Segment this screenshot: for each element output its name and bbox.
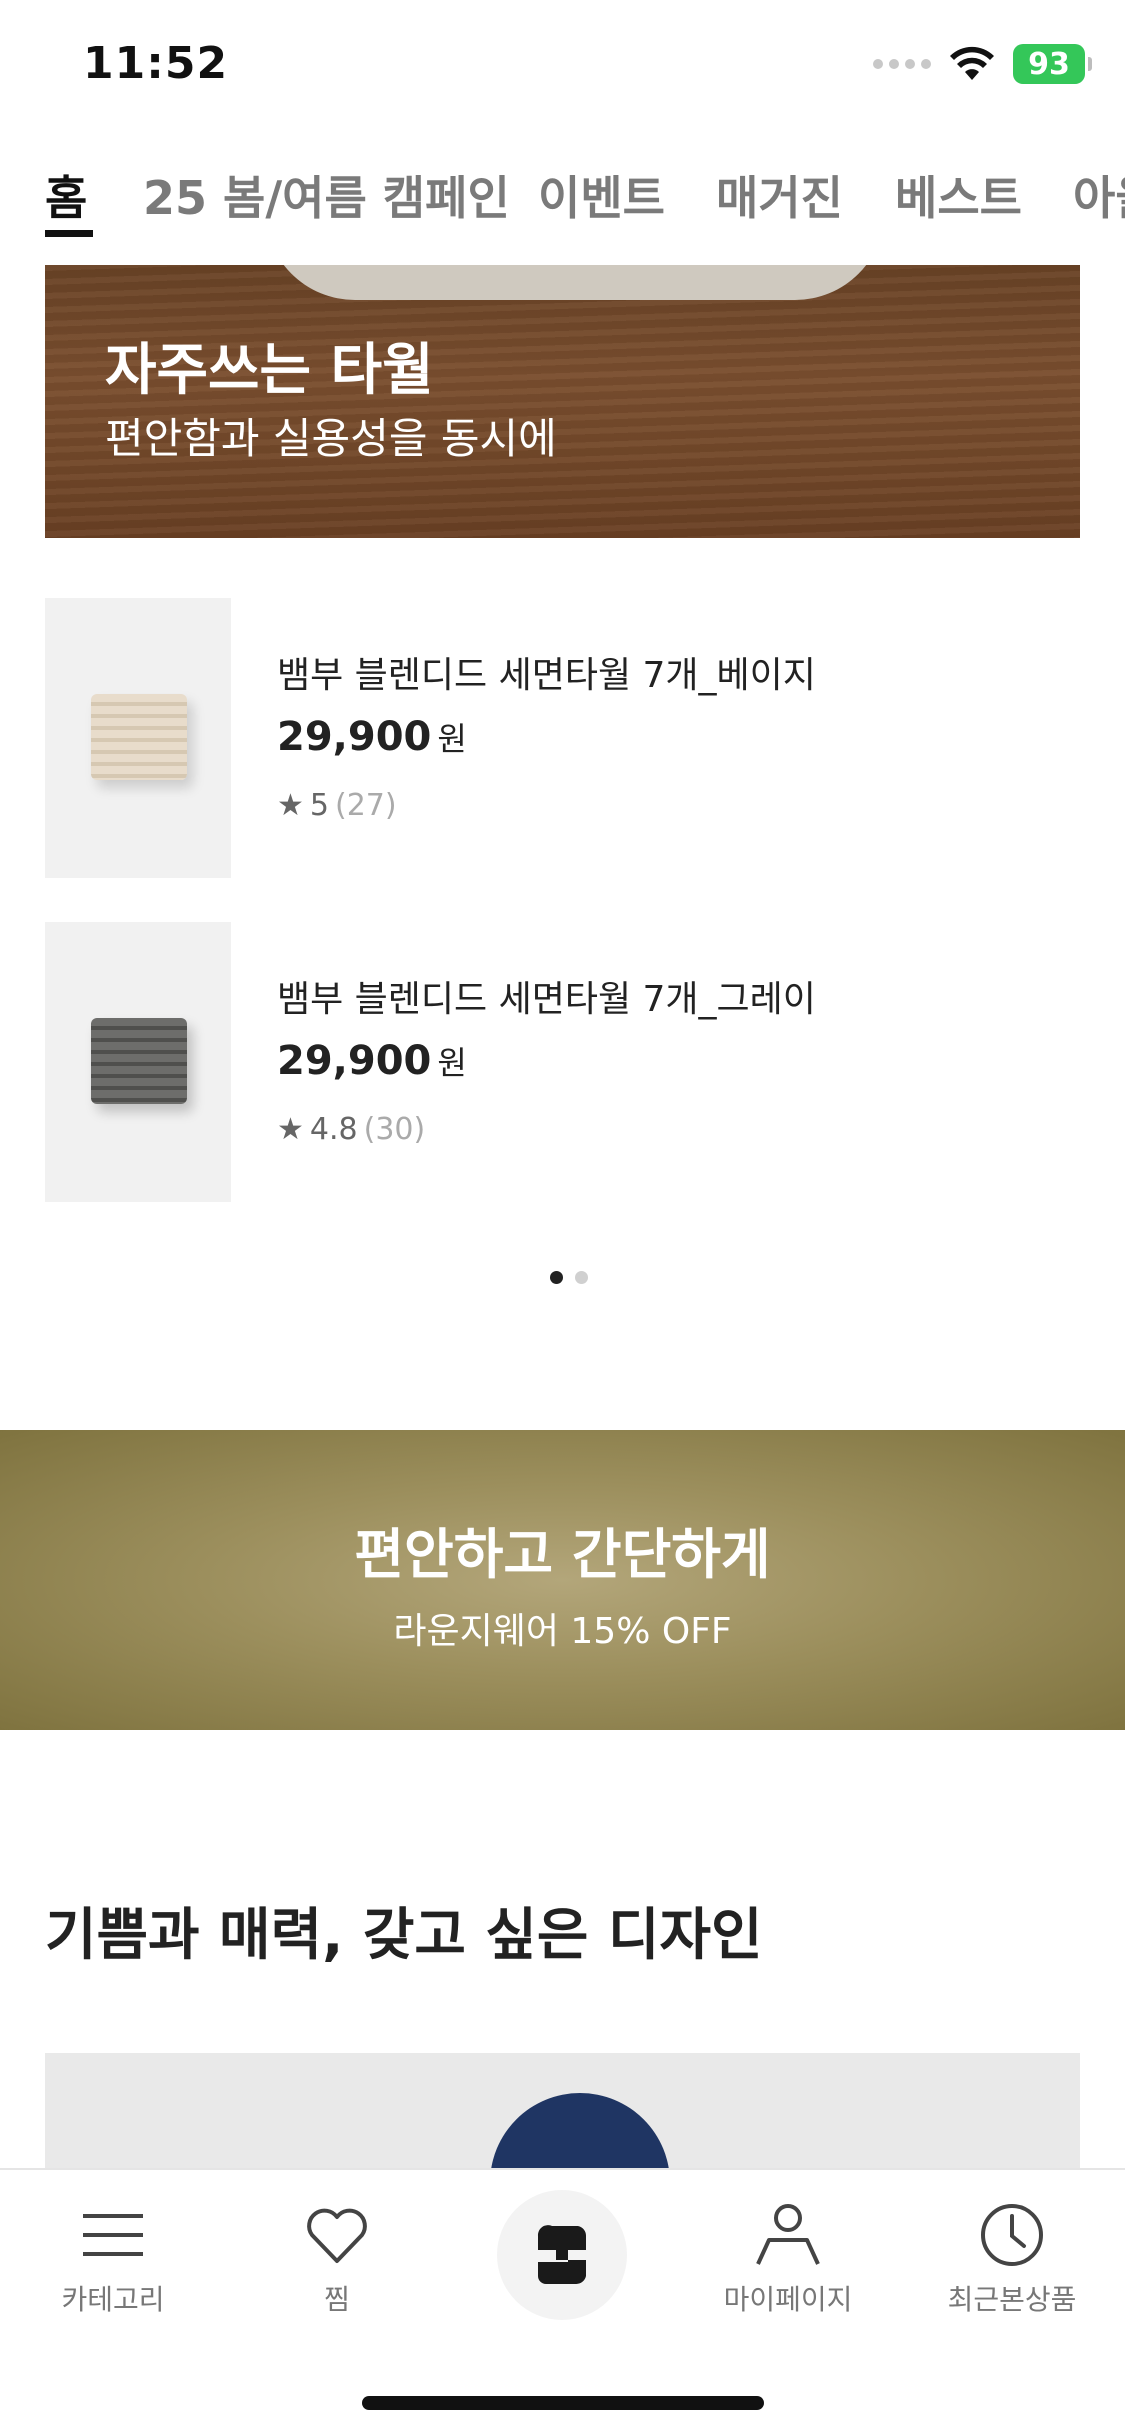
nav-label: 카테고리 [61,2283,165,2316]
product-card[interactable]: 뱀부 블렌디드 세면타월 7개_그레이 29,900 원 ★ 4.8 (30) [45,922,1080,1202]
nav-label: 찜 [324,2283,350,2316]
tab-home[interactable]: 홈 [45,162,87,228]
towel-image [265,265,885,300]
nav-wishlist[interactable]: 찜 [237,2200,437,2318]
review-count: (27) [335,788,397,823]
product-rating: ★ 4.8 (30) [277,1112,425,1147]
pager-dot-active[interactable] [550,1271,563,1284]
promo-title: 편안하고 간단하게 [354,1523,771,1586]
person-icon [688,2200,888,2270]
heart-icon [237,2200,437,2270]
nav-category[interactable]: 카테고리 [13,2200,213,2318]
product-thumbnail[interactable] [45,922,231,1202]
cellular-signal-icon [873,59,931,69]
menu-icon [13,2200,213,2270]
carousel-pager [550,1271,588,1284]
promo-banner[interactable]: 편안하고 간단하게 라운지웨어 15% OFF [0,1430,1125,1730]
product-price: 29,900 원 [277,714,467,760]
price-value: 29,900 [277,1038,432,1084]
hero-subtitle: 편안함과 실용성을 동시에 [105,414,557,463]
tab-outlet[interactable]: 아울 [1073,162,1125,228]
price-currency: 원 [437,1044,467,1082]
promo-subtitle: 라운지웨어 15% OFF [393,1611,732,1652]
battery-level: 93 [1028,46,1070,82]
product-image [91,694,187,780]
product-price: 29,900 원 [277,1038,467,1084]
section-title: 기쁨과 매력, 갖고 싶은 디자인 [45,1903,763,1968]
hero-banner[interactable]: 자주쓰는 타월 편안함과 실용성을 동시에 [45,265,1080,538]
star-icon: ★ [277,788,304,823]
status-time: 11:52 [83,38,229,89]
tab-campaign[interactable]: 25 봄/여름 캠페인 [143,162,510,228]
price-value: 29,900 [277,714,432,760]
hero-title: 자주쓰는 타월 [105,338,434,403]
product-thumbnail[interactable] [45,598,231,878]
active-tab-indicator [45,230,93,237]
product-image-preview[interactable] [45,2053,1080,2173]
product-name[interactable]: 뱀부 블렌디드 세면타월 7개_그레이 [277,970,816,1022]
clock-icon [912,2200,1112,2270]
product-image [91,1018,187,1104]
tab-event[interactable]: 이벤트 [538,162,665,228]
nav-mypage[interactable]: 마이페이지 [688,2200,888,2318]
rating-value: 5 [309,788,329,823]
product-card[interactable]: 뱀부 블렌디드 세면타월 7개_베이지 29,900 원 ★ 5 (27) [45,598,1080,878]
wifi-icon [950,46,994,80]
nav-recent[interactable]: 최근본상품 [912,2200,1112,2318]
nav-label: 마이페이지 [723,2283,853,2316]
product-rating: ★ 5 (27) [277,788,397,823]
brand-home-button[interactable] [497,2190,627,2320]
product-name[interactable]: 뱀부 블렌디드 세면타월 7개_베이지 [277,646,816,698]
home-indicator[interactable] [362,2396,764,2410]
battery-icon: 93 [1013,44,1092,84]
hat-image [490,2093,670,2173]
price-currency: 원 [437,720,467,758]
status-icons: 93 [873,44,1092,84]
nav-label: 최근본상품 [947,2283,1077,2316]
review-count: (30) [363,1112,426,1147]
top-tab-bar: 홈 25 봄/여름 캠페인 이벤트 매거진 베스트 아울 [0,150,1125,250]
star-icon: ★ [277,1112,304,1147]
tab-best[interactable]: 베스트 [895,162,1022,228]
rating-value: 4.8 [309,1112,358,1147]
status-bar: 11:52 93 [0,0,1125,140]
brand-logo-icon [537,2225,587,2285]
pager-dot[interactable] [575,1271,588,1284]
tab-magazine[interactable]: 매거진 [716,162,843,228]
